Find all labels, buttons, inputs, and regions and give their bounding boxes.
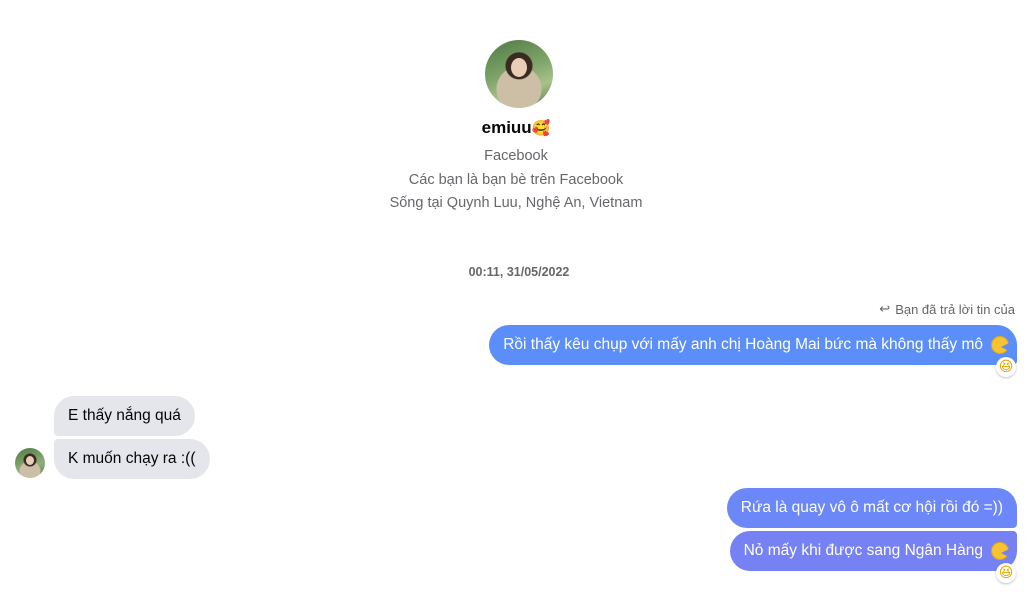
profile-platform: Facebook (484, 148, 548, 164)
profile-name[interactable]: emiuu🥰 (0, 118, 1032, 138)
message-bubble-outgoing[interactable]: Rồi thấy kêu chụp với mấy anh chị Hoàng … (489, 325, 1017, 365)
profile-avatar[interactable] (485, 40, 553, 108)
reply-note-text: Bạn đã trả lời tin của (895, 302, 1015, 317)
reaction-laughing-icon[interactable]: 😆 (996, 357, 1016, 377)
message-bubble-incoming[interactable]: K muốn chạy ra :(( (54, 439, 210, 479)
profile-location: Sống tại Quynh Luu, Nghệ An, Vietnam (389, 195, 643, 211)
chat-window: emiuu🥰 Facebook Các bạn là bạn bè trên F… (0, 0, 1032, 596)
profile-friend-status: Các bạn là bạn bè trên Facebook (408, 172, 624, 188)
message-bubble-outgoing[interactable]: Rứa là quay vô ô mất cơ hội rồi đó =)) (726, 488, 1017, 528)
profile-name-text: emiuu (481, 118, 532, 137)
message-bubble-incoming[interactable]: E thấy nắng quá (54, 396, 195, 436)
reply-note: ↩ Bạn đã trả lời tin của (879, 302, 1015, 317)
message-text: E thấy nắng quá (68, 407, 181, 424)
conversation-timestamp: 00:11, 31/05/2022 (468, 265, 570, 279)
message-bubble-outgoing[interactable]: Nỏ mấy khi được sang Ngân Hàng (729, 531, 1017, 571)
reaction-laughing-icon[interactable]: 😆 (996, 563, 1016, 583)
reply-arrow-icon: ↩ (879, 302, 891, 317)
smiling-hearts-emoji-icon: 🥰 (531, 119, 551, 137)
message-text: Nỏ mấy khi được sang Ngân Hàng (743, 542, 983, 559)
pacman-emoji-icon (991, 336, 1009, 354)
message-text: K muốn chạy ra :(( (68, 450, 196, 467)
message-text: Rồi thấy kêu chụp với mấy anh chị Hoàng … (503, 336, 983, 353)
pacman-emoji-icon (991, 542, 1009, 560)
message-text: Rứa là quay vô ô mất cơ hội rồi đó =)) (740, 499, 1003, 516)
sender-avatar[interactable] (15, 448, 45, 478)
